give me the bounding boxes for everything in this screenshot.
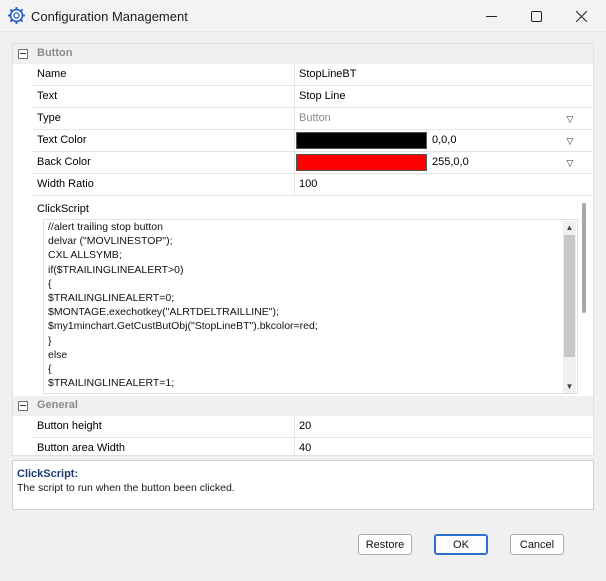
scrollbar-thumb[interactable] — [564, 235, 575, 357]
property-label: Text Color — [33, 130, 295, 151]
button-height-value-field[interactable]: 20 — [295, 416, 578, 437]
dropdown-arrow-icon[interactable]: ▽ — [563, 112, 577, 126]
script-line: { — [48, 362, 52, 375]
window-title: Configuration Management — [31, 9, 188, 24]
maximize-button[interactable] — [514, 0, 559, 32]
script-line: } — [48, 334, 52, 347]
property-label: Text — [33, 86, 295, 107]
scrollbar-thumb[interactable] — [582, 203, 586, 313]
close-icon — [576, 10, 587, 22]
grid-scrollbar[interactable] — [578, 43, 592, 456]
script-scrollbar[interactable]: ▲ ▼ — [563, 221, 576, 393]
minimize-button[interactable] — [469, 0, 514, 32]
clickscript-editor[interactable]: //alert trailing stop button delvar ("MO… — [43, 219, 578, 394]
dropdown-arrow-icon[interactable]: ▽ — [563, 156, 577, 170]
cancel-button[interactable]: Cancel — [510, 534, 564, 555]
name-value-field[interactable]: StopLineBT — [295, 64, 578, 85]
property-label: Back Color — [33, 152, 295, 173]
property-label: Type — [33, 108, 295, 129]
maximize-icon — [531, 10, 542, 22]
script-line: CXL ALLSYMB; — [48, 249, 122, 262]
script-line: $TRAILINGLINEALERT=0; — [48, 291, 175, 304]
script-line: $MONTAGE.exechotkey("ALRTDELTRAILLINE"); — [48, 306, 279, 319]
text-color-swatch[interactable] — [296, 132, 427, 149]
collapse-icon[interactable] — [18, 49, 28, 59]
clickscript-label: ClickScript — [37, 203, 89, 215]
scroll-up-icon[interactable]: ▲ — [563, 221, 576, 234]
script-line: if($TRAILINGLINEALERT>0) — [48, 263, 184, 276]
property-row-back-color[interactable]: Back Color 255,0,0 ▽ — [33, 152, 593, 174]
ok-button[interactable]: OK — [434, 534, 488, 555]
property-row-type[interactable]: Type Button ▽ — [33, 108, 593, 130]
property-row-button-height[interactable]: Button height 20 — [33, 416, 593, 438]
text-color-value: 0,0,0 — [432, 134, 457, 146]
property-label: Button area Width — [33, 438, 295, 455]
back-color-swatch[interactable] — [296, 154, 427, 171]
category-general[interactable]: General — [13, 396, 593, 416]
script-line: else — [48, 348, 68, 361]
property-grid[interactable]: Button Name StopLineBT Text Stop Line Ty… — [12, 43, 594, 456]
description-title: ClickScript: — [17, 468, 79, 480]
restore-button[interactable]: Restore — [358, 534, 412, 555]
close-button[interactable] — [559, 0, 604, 32]
script-line: //alert trailing stop button — [48, 221, 163, 233]
property-label: Name — [33, 64, 295, 85]
property-row-button-area-width[interactable]: Button area Width 40 — [33, 438, 593, 455]
script-line: $my1minchart.GetCustButObj("StopLineBT")… — [48, 320, 318, 333]
category-label: Button — [37, 47, 73, 59]
type-value-field[interactable]: Button — [295, 108, 578, 129]
category-button[interactable]: Button — [13, 44, 593, 64]
width-ratio-value-field[interactable]: 100 — [295, 174, 578, 195]
collapse-icon[interactable] — [18, 401, 28, 411]
property-row-text-color[interactable]: Text Color 0,0,0 ▽ — [33, 130, 593, 152]
property-label: Button height — [33, 416, 295, 437]
minimize-icon — [486, 15, 497, 17]
scroll-down-icon[interactable]: ▼ — [563, 380, 576, 393]
dropdown-arrow-icon[interactable]: ▽ — [563, 134, 577, 148]
property-row-width-ratio[interactable]: Width Ratio 100 — [33, 174, 593, 196]
title-bar: Configuration Management — [0, 0, 606, 32]
description-text: The script to run when the button been c… — [17, 482, 235, 494]
description-panel: ClickScript: The script to run when the … — [12, 460, 594, 510]
property-row-name[interactable]: Name StopLineBT — [33, 64, 593, 86]
script-line: delvar ("MOVLINESTOP"); — [48, 235, 173, 248]
text-value-field[interactable]: Stop Line — [295, 86, 578, 107]
script-line: $TRAILINGLINEALERT=1; — [48, 377, 175, 390]
button-area-width-value-field[interactable]: 40 — [295, 438, 578, 455]
property-row-text[interactable]: Text Stop Line — [33, 86, 593, 108]
script-line: { — [48, 277, 52, 290]
category-label: General — [37, 399, 78, 411]
back-color-value: 255,0,0 — [432, 156, 469, 168]
gear-icon — [8, 7, 25, 24]
property-label: Width Ratio — [33, 174, 295, 195]
